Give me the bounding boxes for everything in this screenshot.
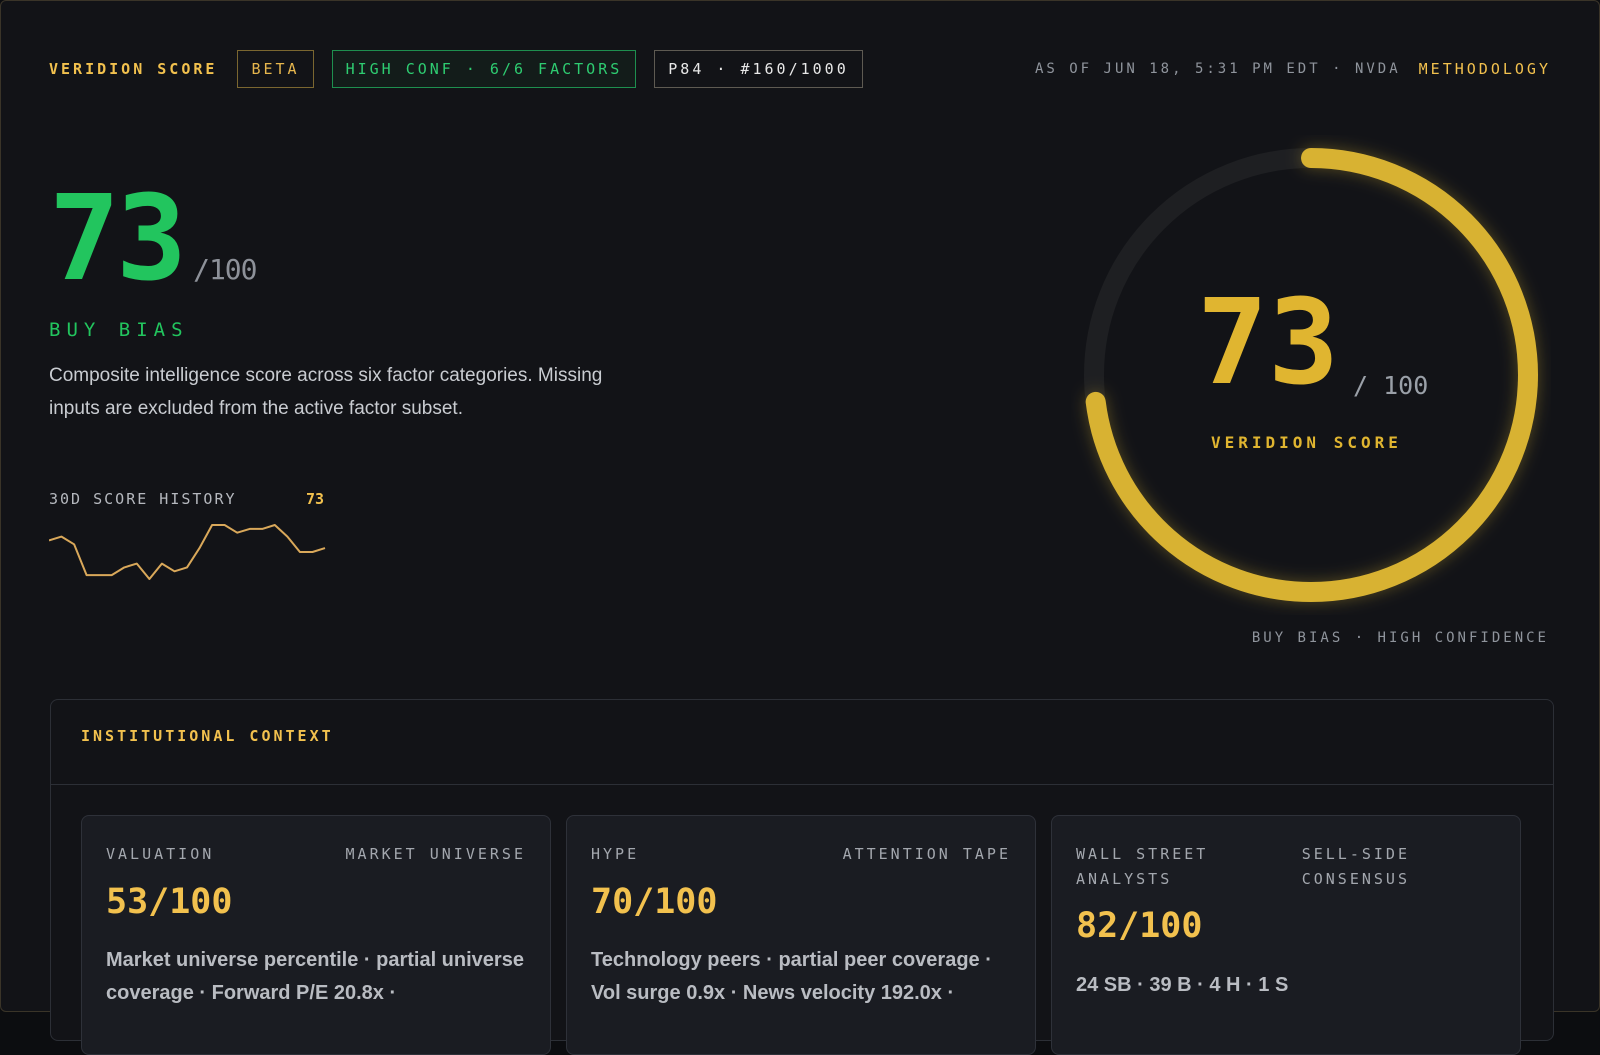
factor-category: HYPE (591, 845, 640, 863)
institutional-context-panel: INSTITUTIONAL CONTEXT VALUATION MARKET U… (50, 699, 1554, 1055)
gauge-footer: BUY BIAS · HIGH CONFIDENCE (1251, 630, 1549, 646)
beta-badge: BETA (237, 50, 314, 88)
bias-label: BUY BIAS (49, 319, 189, 341)
factor-source: ATTENTION TAPE (842, 845, 1011, 863)
history-label: 30D SCORE HISTORY (49, 490, 237, 508)
header-bar: VERIDION SCORE BETA HIGH CONF · 6/6 FACT… (49, 49, 1551, 89)
sparkline-path (49, 524, 326, 580)
methodology-link[interactable]: METHODOLOGY (1419, 60, 1551, 78)
score-value: 73 (49, 169, 187, 307)
factor-category: VALUATION (106, 845, 215, 863)
divider (51, 784, 1553, 785)
gauge-score-value: 73 (1197, 273, 1340, 411)
header-meta: AS OF JUN 18, 5:31 PM EDT · NVDA METHODO… (1035, 60, 1551, 78)
factor-source: SELL-SIDE CONSENSUS (1301, 845, 1410, 888)
factor-score: 53/100 (106, 882, 233, 922)
factor-details: 24 SB · 39 B · 4 H · 1 S (1076, 974, 1289, 996)
factor-details: Technology peers · partial peer coverage… (591, 949, 992, 1004)
factor-source: MARKET UNIVERSE (345, 845, 526, 863)
score-history-sparkline (49, 524, 326, 580)
score-readout: 73 /100 (49, 169, 258, 307)
factor-score: 70/100 (591, 882, 718, 922)
as-of-timestamp: AS OF JUN 18, 5:31 PM EDT · NVDA (1034, 61, 1401, 77)
factor-details: Market universe percentile · partial uni… (106, 949, 524, 1004)
institutional-context-title: INSTITUTIONAL CONTEXT (81, 727, 334, 745)
factor-card-hype[interactable]: HYPE ATTENTION TAPE 70/100 Technology pe… (566, 815, 1036, 1055)
factor-card-valuation[interactable]: VALUATION MARKET UNIVERSE 53/100 Market … (81, 815, 551, 1055)
rank-badge: P84 · #160/1000 (654, 50, 863, 88)
factor-card-wall-street-analysts[interactable]: WALL STREET ANALYSTS SELL-SIDE CONSENSUS… (1051, 815, 1521, 1055)
factor-category: WALL STREET ANALYSTS (1076, 845, 1209, 888)
score-denominator: /100 (193, 253, 257, 286)
brand-title: VERIDION SCORE (49, 60, 218, 78)
factor-score: 82/100 (1076, 906, 1203, 946)
confidence-badge: HIGH CONF · 6/6 FACTORS (331, 50, 637, 88)
gauge-label: VERIDION SCORE (1211, 433, 1402, 452)
score-panel: VERIDION SCORE BETA HIGH CONF · 6/6 FACT… (0, 0, 1600, 1055)
history-latest-value: 73 (306, 490, 325, 508)
score-description: Composite intelligence score across six … (49, 365, 603, 419)
gauge-score-denominator: / 100 (1353, 371, 1429, 400)
